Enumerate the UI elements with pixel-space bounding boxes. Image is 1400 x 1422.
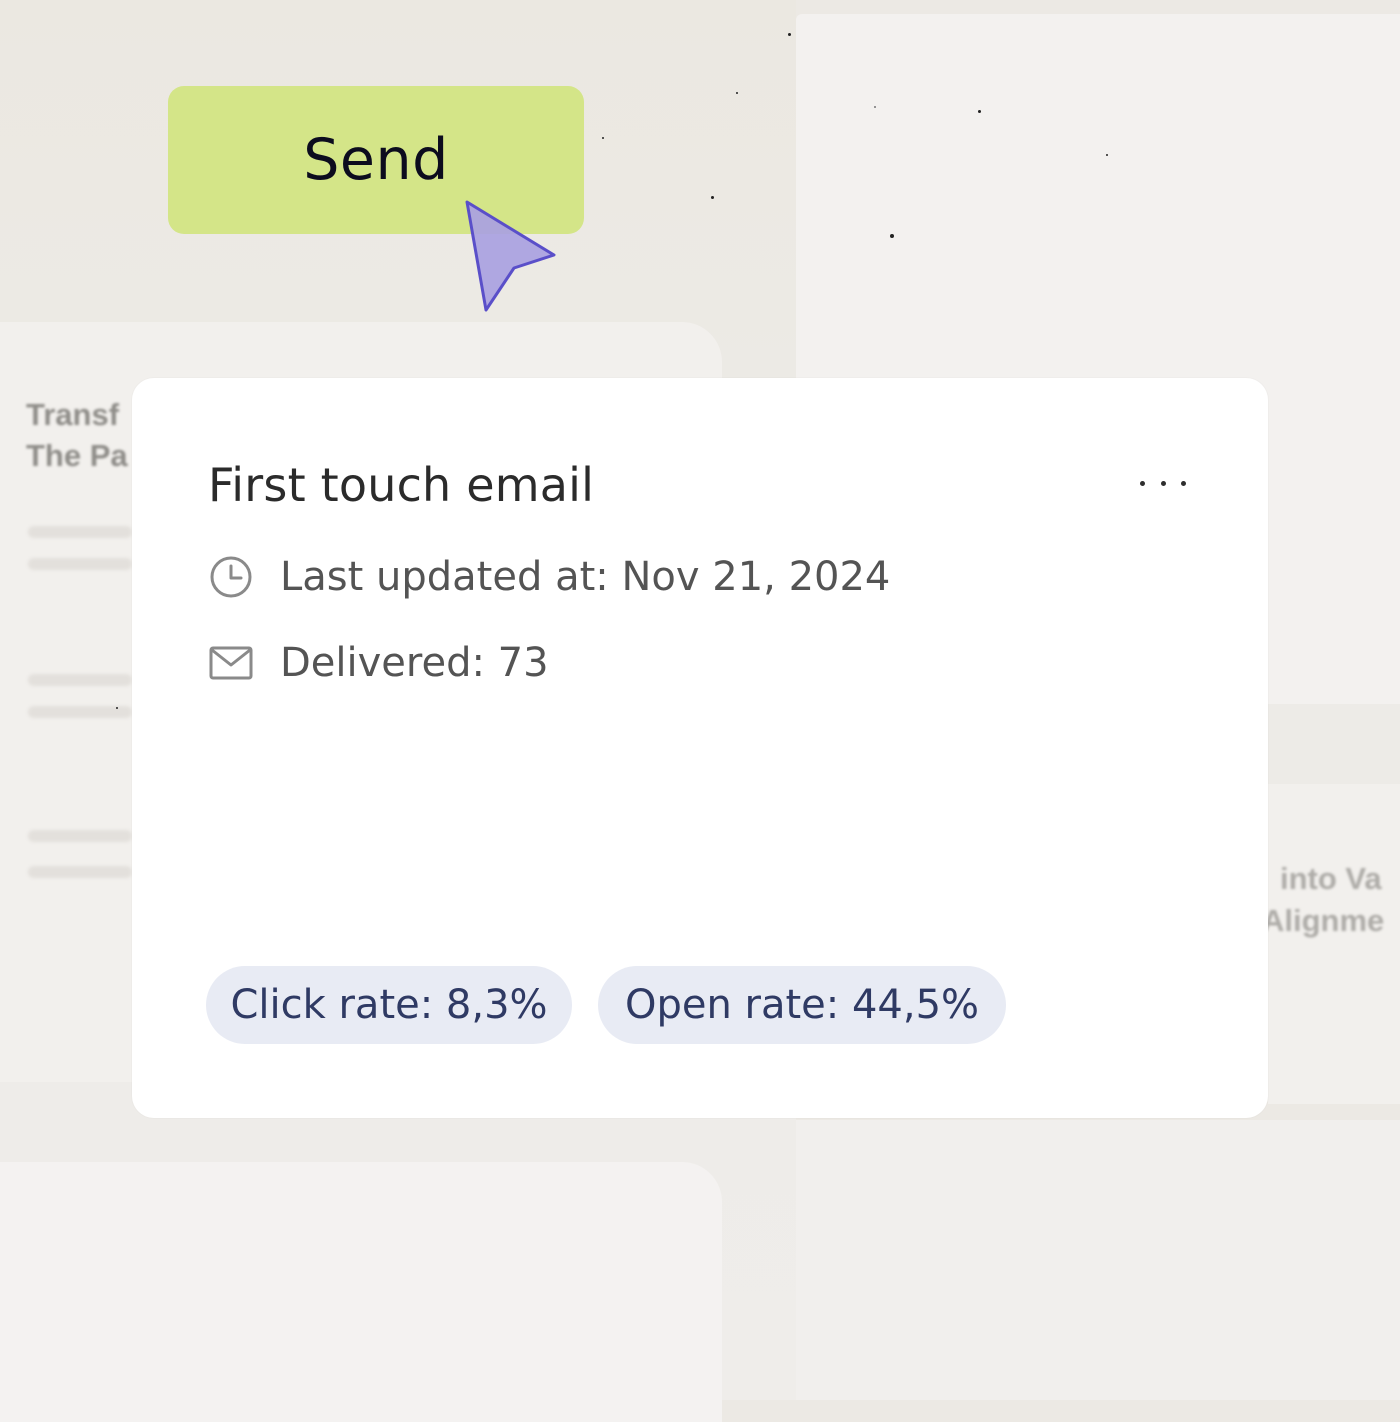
background-card-title-line-2: The Pa — [26, 438, 128, 473]
placeholder-line — [28, 558, 132, 570]
speck — [736, 92, 738, 94]
mail-icon — [208, 640, 254, 686]
last-updated-row: Last updated at: Nov 21, 2024 — [208, 554, 890, 600]
speck — [890, 234, 894, 238]
more-horizontal-icon — [1181, 480, 1186, 486]
background-card-right-title-line-2: Alignme — [1262, 903, 1385, 938]
placeholder-line — [28, 866, 132, 878]
placeholder-line — [28, 830, 132, 842]
open-rate-badge: Open rate: 44,5% — [598, 966, 1006, 1044]
campaign-card[interactable]: First touch email Last updated at: Nov 2… — [132, 378, 1268, 1118]
clock-icon — [208, 554, 254, 600]
delivered-row: Delivered: 73 — [208, 640, 549, 686]
delivered-text: Delivered: 73 — [280, 640, 549, 686]
speck — [788, 33, 791, 36]
more-options-button[interactable] — [1136, 466, 1190, 500]
send-button-label: Send — [303, 127, 449, 193]
placeholder-line — [28, 674, 132, 686]
mouse-cursor-icon — [460, 196, 564, 324]
background-panel-right-divider — [1268, 704, 1400, 784]
placeholder-line — [28, 526, 132, 538]
card-title: First touch email — [208, 458, 595, 512]
speck — [874, 106, 876, 108]
more-horizontal-icon — [1160, 480, 1166, 486]
click-rate-badge: Click rate: 8,3% — [206, 966, 572, 1044]
speck — [116, 707, 118, 709]
speck — [978, 110, 981, 113]
speck — [1106, 154, 1108, 156]
speck — [602, 137, 604, 139]
background-card-left-bottom — [0, 1162, 722, 1422]
last-updated-text: Last updated at: Nov 21, 2024 — [280, 554, 891, 600]
background-card-title-line-1: Transf — [26, 397, 120, 432]
background-card-right — [1268, 784, 1400, 1104]
speck — [711, 196, 714, 199]
background-card-right-title: into Va Alignme — [1262, 858, 1400, 942]
more-horizontal-icon — [1140, 480, 1145, 486]
background-card-right-title-line-1: into Va — [1280, 861, 1382, 896]
background-panel-right-bottom — [796, 1120, 1400, 1400]
